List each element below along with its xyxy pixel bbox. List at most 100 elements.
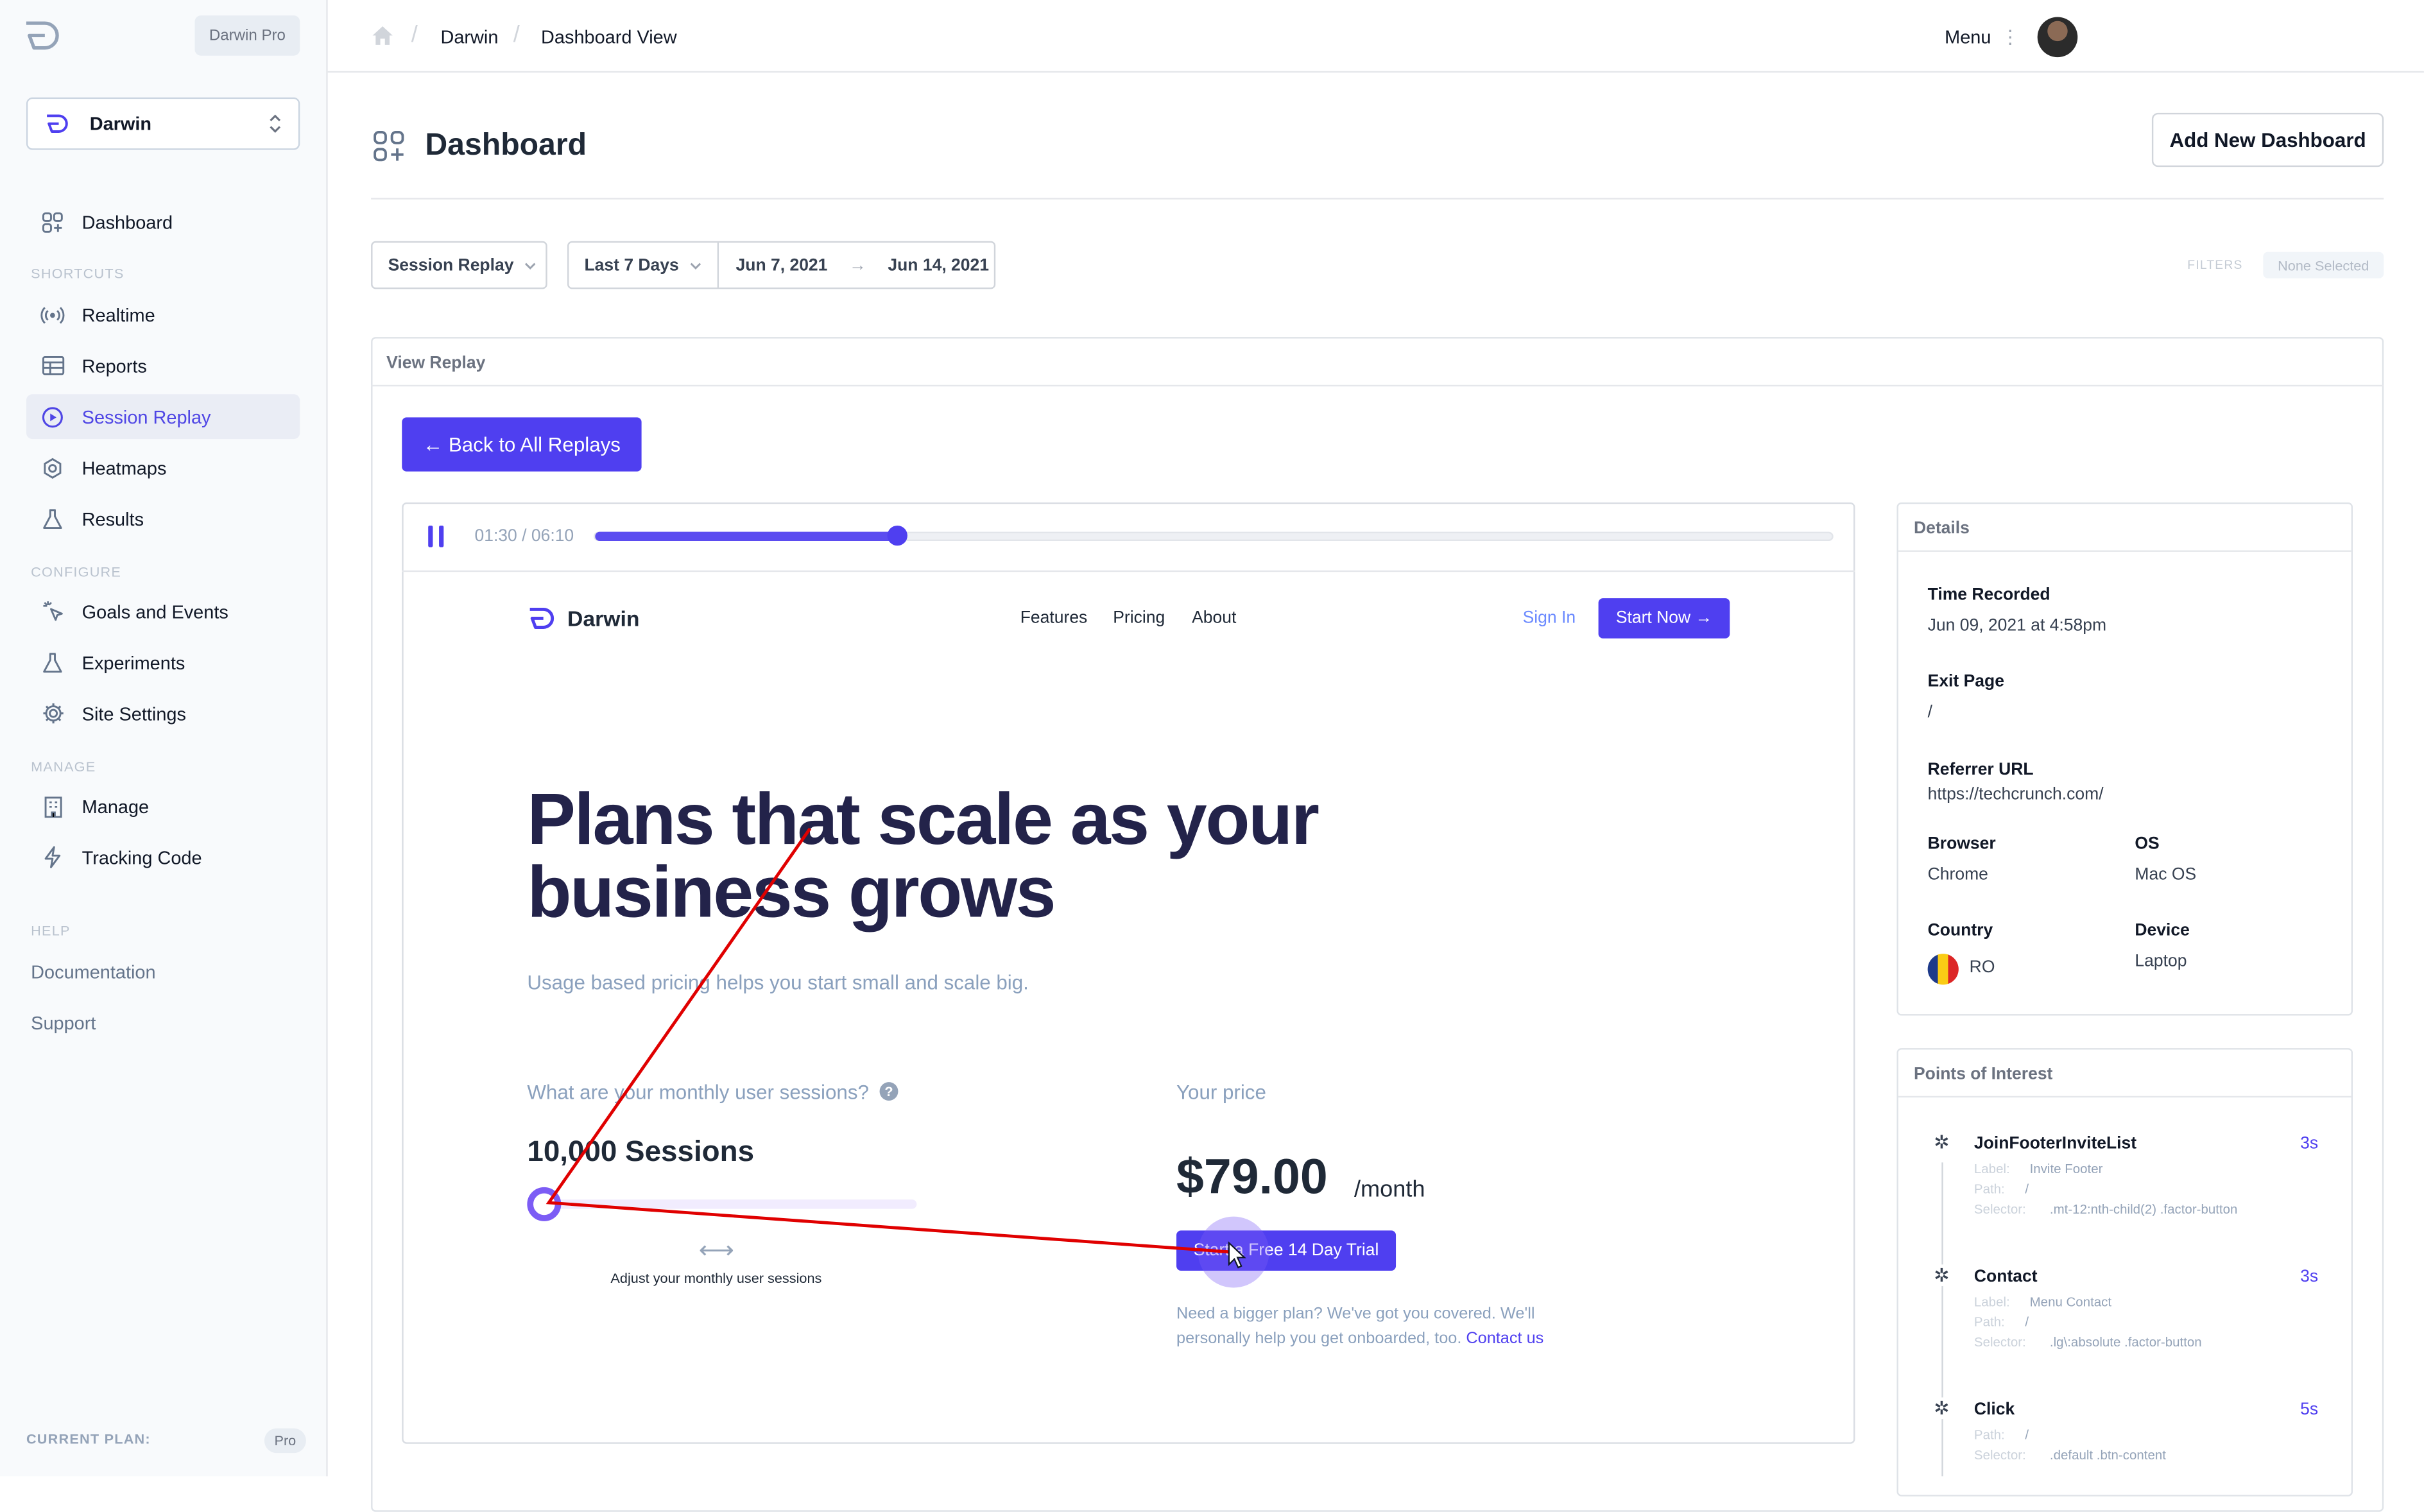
sidebar-item-heatmaps[interactable]: Heatmaps (26, 445, 300, 490)
sidebar-item-goals-events[interactable]: Goals and Events (26, 589, 300, 634)
date-range-value: Last 7 Days (584, 255, 679, 275)
os-label: OS (2135, 834, 2160, 854)
support-link[interactable]: Support (31, 1013, 96, 1035)
sidebar-item-label: Manage (82, 795, 150, 817)
sidebar-item-site-settings[interactable]: Site Settings (26, 691, 300, 736)
replay-price-period: /month (1354, 1176, 1425, 1203)
poi-name[interactable]: JoinFooterInviteList (1974, 1135, 2136, 1153)
replay-sessions-slider (544, 1199, 917, 1209)
details-title: Details (1898, 504, 2351, 552)
sidebar-item-manage[interactable]: Manage (26, 784, 300, 829)
menu-button[interactable]: Menu ⋮ (1945, 26, 2020, 48)
lightning-icon (40, 845, 65, 870)
browser-value: Chrome (1927, 865, 1988, 884)
poi-title: Points of Interest (1898, 1050, 2351, 1098)
sidebar-item-label: Dashboard (82, 210, 173, 233)
replay-subheadline: Usage based pricing helps you start smal… (527, 970, 1029, 994)
replay-sessions-question: What are your monthly user sessions? (527, 1080, 869, 1104)
country-value: RO (1969, 958, 1995, 977)
poi-path-value: / (2025, 1181, 2029, 1197)
current-plan-label: CURRENT PLAN: (26, 1431, 151, 1447)
time-recorded-value: Jun 09, 2021 at 4:58pm (1927, 617, 2107, 635)
report-type-value: Session Replay (388, 255, 514, 275)
report-type-select[interactable]: Session Replay (371, 241, 547, 289)
back-to-all-replays-button[interactable]: ← Back to All Replays (402, 417, 642, 472)
replay-nav-pricing: Pricing (1113, 609, 1165, 628)
poi-name[interactable]: Click (1974, 1400, 2015, 1419)
site-selector[interactable]: Darwin (26, 97, 300, 150)
exit-page-value: / (1927, 703, 1933, 722)
darwin-logo-icon[interactable] (23, 19, 66, 53)
pause-icon[interactable] (428, 525, 445, 547)
sidebar-item-results[interactable]: Results (26, 496, 300, 541)
playback-scrubber[interactable] (593, 531, 1834, 542)
poi-selector-value: .mt-12:nth-child(2) .factor-button (2049, 1201, 2238, 1217)
replay-sign-in: Sign In (1522, 609, 1576, 628)
replay-contact-link: Contact us (1466, 1329, 1544, 1348)
table-icon (40, 353, 65, 378)
replay-start-now-button: Start Now → (1598, 598, 1730, 639)
replay-logo-text: Darwin (567, 606, 640, 631)
menu-label: Menu (1945, 26, 1991, 48)
flask-icon (40, 650, 65, 675)
poi-selector-key: Selector: (1973, 1201, 2026, 1217)
section-heading-configure: CONFIGURE (31, 564, 122, 580)
date-to[interactable]: Jun 14, 2021 (888, 256, 989, 275)
poi-path-key: Path: (1973, 1427, 2005, 1443)
sidebar-item-label: Heatmaps (82, 456, 167, 479)
date-range-group: Last 7 Days Jun 7, 2021 → Jun 14, 2021 (567, 241, 996, 289)
broadcast-icon (40, 302, 65, 327)
sidebar-item-dashboard[interactable]: Dashboard (26, 200, 300, 245)
documentation-link[interactable]: Documentation (31, 961, 155, 983)
replay-bigger-plan-text: Need a bigger plan? We've got you covere… (1176, 1302, 1578, 1351)
chevron-updown-icon (270, 114, 281, 133)
page-title: Dashboard (425, 128, 587, 162)
kebab-icon: ⋮ (2000, 26, 2020, 48)
time-recorded-label: Time Recorded (1927, 585, 2050, 605)
click-indicator (1198, 1216, 1269, 1288)
replay-adjust-text: Adjust your monthly user sessions (610, 1270, 822, 1287)
filters-value[interactable]: None Selected (2263, 252, 2384, 279)
date-from[interactable]: Jun 7, 2021 (736, 256, 828, 275)
sidebar-item-reports[interactable]: Reports (26, 343, 300, 388)
avatar[interactable] (2037, 17, 2078, 58)
os-value: Mac OS (2135, 865, 2197, 884)
playback-progress (595, 531, 899, 542)
replay-headline: Plans that scale as your business grows (527, 777, 1319, 932)
click-pointer-icon: ✲ (1930, 1264, 1953, 1287)
replay-price-label: Your price (1176, 1080, 1266, 1104)
sidebar-item-experiments[interactable]: Experiments (26, 640, 300, 685)
poi-name[interactable]: Contact (1974, 1267, 2038, 1286)
scrubber-handle[interactable] (887, 525, 907, 546)
home-icon[interactable] (371, 25, 394, 47)
poi-timeline (1941, 1162, 1943, 1477)
replay-nav-about: About (1192, 609, 1237, 628)
breadcrumb-separator: / (411, 21, 418, 48)
breadcrumb-dashboard-view[interactable]: Dashboard View (541, 26, 677, 48)
referrer-value[interactable]: https://techcrunch.com/ (1928, 786, 2104, 804)
panel-header (371, 337, 2384, 387)
sidebar-item-label: Site Settings (82, 702, 186, 725)
replay-price: $79.00 (1176, 1148, 1328, 1205)
filters-label: FILTERS (2187, 258, 2243, 272)
header-divider (371, 198, 2384, 200)
replay-nav-features: Features (1020, 609, 1088, 628)
add-new-dashboard-button[interactable]: Add New Dashboard (2151, 112, 2384, 168)
poi-label-key: Label: (1973, 1160, 2010, 1177)
poi-label-value: Menu Contact (2029, 1294, 2112, 1310)
help-icon: ? (879, 1082, 898, 1101)
browser-label: Browser (1927, 834, 1996, 854)
sidebar-item-realtime[interactable]: Realtime (26, 292, 300, 337)
poi-label-key: Label: (1973, 1294, 2010, 1310)
sidebar-item-session-replay[interactable]: Session Replay (26, 394, 300, 440)
replay-slider-thumb (527, 1187, 562, 1221)
device-value: Laptop (2135, 952, 2187, 971)
sidebar-item-label: Experiments (82, 651, 185, 673)
current-plan-badge: Pro (264, 1428, 306, 1454)
sidebar-item-label: Session Replay (82, 406, 211, 428)
breadcrumb-darwin[interactable]: Darwin (440, 26, 498, 48)
poi-duration: 3s (2300, 1134, 2319, 1153)
date-range-select[interactable]: Last 7 Days (569, 243, 719, 288)
sidebar-item-tracking-code[interactable]: Tracking Code (26, 835, 300, 880)
chevron-down-icon (691, 262, 701, 269)
